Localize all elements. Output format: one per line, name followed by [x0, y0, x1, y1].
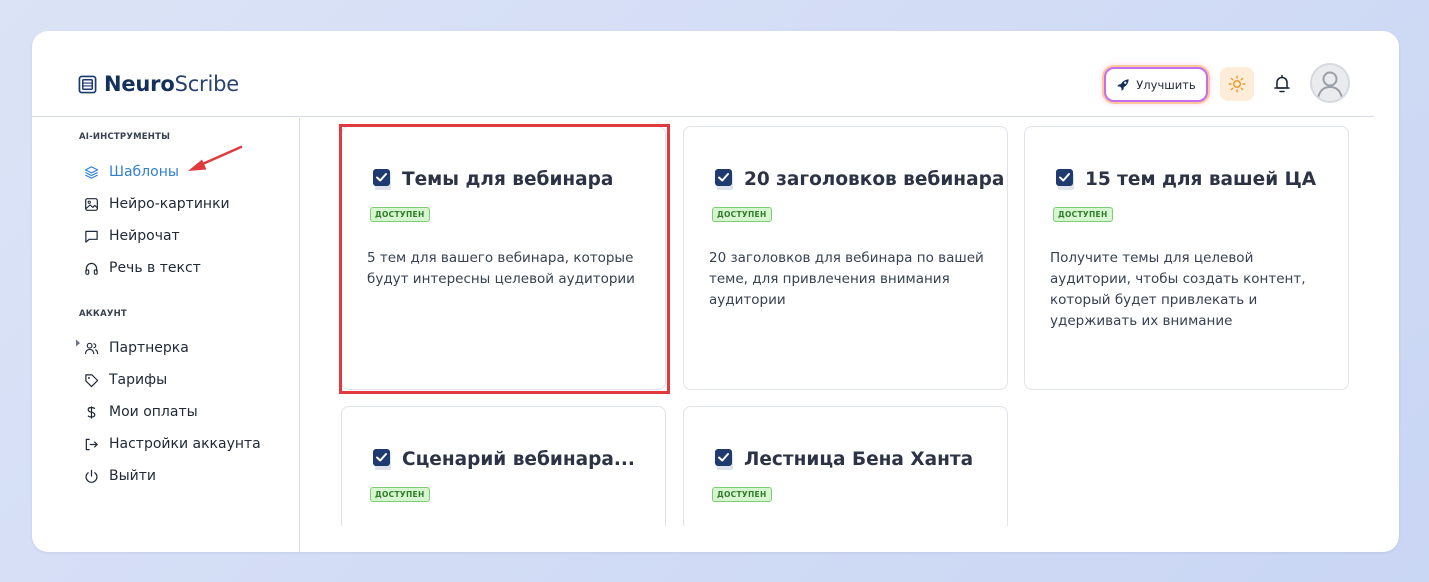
dollar-icon — [87, 405, 96, 419]
card-description: 20 заголовков для вебинара по вашей теме… — [709, 250, 984, 308]
sun-icon — [1228, 75, 1246, 93]
sidebar-item-label: Настройки аккаунта — [109, 436, 261, 452]
card-title: Темы для вебинара — [372, 167, 613, 191]
sidebar-item-label: Нейрочат — [109, 228, 180, 244]
template-card[interactable]: 15 тем для вашей ЦА ДОСТУПЕН Получите те… — [1024, 126, 1349, 390]
sidebar-item-label: Тарифы — [109, 372, 168, 388]
user-icon — [1317, 71, 1343, 99]
user-avatar[interactable] — [1310, 63, 1350, 103]
theme-toggle-button[interactable] — [1220, 67, 1254, 101]
sidebar-item-label: Речь в текст — [109, 260, 201, 276]
sidebar-item-label: Мои оплаты — [109, 404, 198, 420]
sidebar-item-logout[interactable]: Выйти — [84, 465, 156, 487]
sidebar-item-templates[interactable]: Шаблоны — [84, 161, 179, 183]
app-window: NeuroScribe Улучшить AI-ИНСТРУМЕНТЫ Шабл… — [32, 31, 1399, 552]
checkbox-icon — [373, 169, 391, 190]
status-badge: ДОСТУПЕН — [1053, 207, 1113, 222]
power-icon — [85, 469, 98, 483]
sidebar-item-speech-to-text[interactable]: Речь в текст — [84, 257, 201, 279]
headphones-icon — [85, 262, 98, 275]
chat-icon — [85, 230, 98, 243]
checkbox-icon — [715, 169, 733, 190]
caret-right-icon[interactable] — [75, 339, 81, 347]
top-bar: NeuroScribe Улучшить — [32, 31, 1374, 117]
sidebar-item-neurochat[interactable]: Нейрочат — [84, 225, 180, 247]
card-title: Сценарий вебинара... — [372, 447, 635, 471]
sidebar-item-label: Партнерка — [109, 340, 189, 356]
template-card[interactable]: Темы для вебинара ДОСТУПЕН 5 тем для ваш… — [341, 126, 666, 390]
section-label-account: АККАУНТ — [79, 309, 127, 319]
annotation-arrow-icon — [188, 145, 243, 171]
status-badge: ДОСТУПЕН — [712, 207, 772, 222]
layers-icon — [84, 165, 99, 179]
logout-arrow-icon — [85, 438, 98, 450]
sidebar-item-label: Выйти — [109, 468, 157, 484]
bell-icon[interactable] — [1270, 72, 1294, 96]
templates-grid: Темы для вебинара ДОСТУПЕН 5 тем для ваш… — [301, 118, 1374, 526]
template-card[interactable]: Сценарий вебинара... ДОСТУПЕН — [341, 406, 666, 526]
upgrade-label: Улучшить — [1136, 77, 1196, 92]
logo[interactable]: NeuroScribe — [78, 72, 239, 96]
upgrade-button[interactable]: Улучшить — [1104, 67, 1208, 102]
sidebar-item-account-settings[interactable]: Настройки аккаунта — [84, 433, 261, 455]
card-title: 20 заголовков вебинара — [714, 167, 1004, 191]
sidebar-item-my-payments[interactable]: Мои оплаты — [84, 401, 198, 423]
status-badge: ДОСТУПЕН — [712, 487, 772, 502]
card-description: Получите темы для целевой аудитории, что… — [1050, 250, 1306, 329]
sidebar-item-label: Шаблоны — [109, 164, 179, 180]
template-card[interactable]: Лестница Бена Ханта ДОСТУПЕН — [683, 406, 1008, 526]
sidebar: AI-ИНСТРУМЕНТЫ Шаблоны Нейро-картинки Не… — [32, 118, 300, 552]
tag-icon — [85, 373, 99, 387]
logo-text: NeuroScribe — [104, 72, 239, 96]
image-icon — [85, 197, 98, 211]
sidebar-item-label: Нейро-картинки — [109, 196, 230, 212]
checkbox-icon — [373, 449, 391, 470]
sidebar-item-tariffs[interactable]: Тарифы — [84, 369, 167, 391]
template-card[interactable]: 20 заголовков вебинара ДОСТУПЕН 20 загол… — [683, 126, 1008, 390]
card-description: 5 тем для вашего вебинара, которые будут… — [367, 250, 635, 287]
card-title: 15 тем для вашей ЦА — [1055, 167, 1316, 191]
users-icon — [84, 342, 99, 354]
sidebar-item-neuro-images[interactable]: Нейро-картинки — [84, 193, 230, 215]
checkbox-icon — [715, 449, 733, 470]
sidebar-item-partners[interactable]: Партнерка — [84, 337, 189, 359]
rocket-icon — [1117, 78, 1129, 91]
status-badge: ДОСТУПЕН — [370, 487, 430, 502]
section-label-ai-tools: AI-ИНСТРУМЕНТЫ — [79, 132, 171, 142]
logo-icon — [78, 75, 97, 93]
card-title: Лестница Бена Ханта — [714, 447, 973, 471]
status-badge: ДОСТУПЕН — [370, 207, 430, 222]
checkbox-icon — [1056, 169, 1074, 190]
